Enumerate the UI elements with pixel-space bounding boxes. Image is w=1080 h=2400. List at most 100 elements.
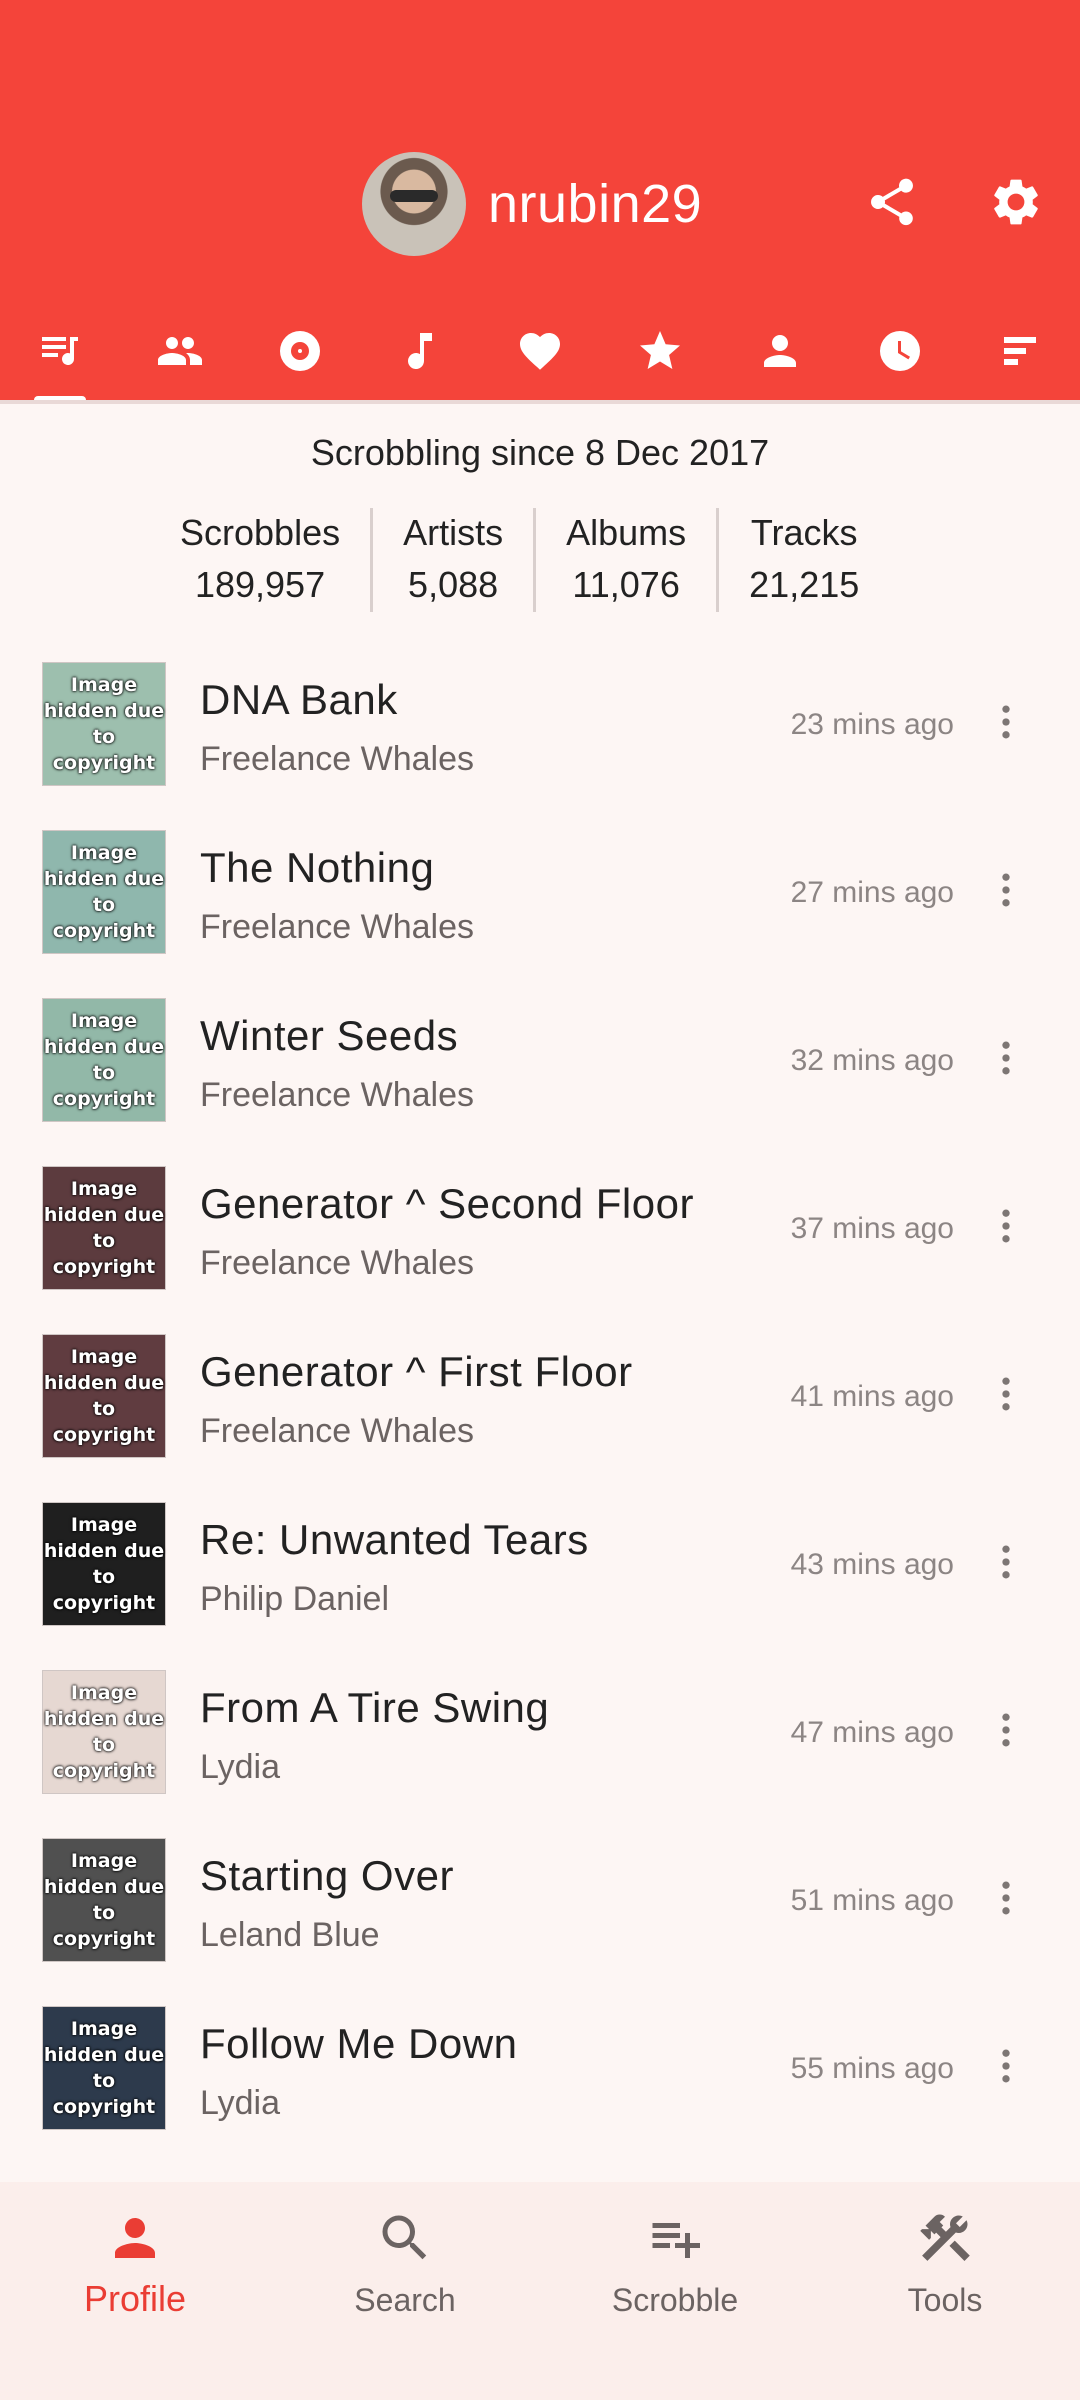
album-art-thumbnail: Image hidden due to copyright	[42, 1670, 166, 1794]
more-vert-icon[interactable]	[984, 1026, 1028, 1090]
scrobble-time: 37 mins ago	[790, 1212, 954, 1245]
stat-value: 11,076	[572, 564, 680, 605]
more-vert-icon[interactable]	[984, 690, 1028, 754]
track-title: Starting Over	[200, 1852, 454, 1899]
profile-tabs	[0, 300, 1080, 404]
nav-scrobble[interactable]: Scrobble	[540, 2182, 810, 2400]
scrobble-time: 51 mins ago	[790, 1884, 954, 1917]
settings-gear-icon[interactable]	[984, 170, 1048, 234]
stat-label: Tracks	[750, 512, 858, 553]
nav-tools[interactable]: Tools	[810, 2182, 1080, 2400]
tab-friends[interactable]	[120, 300, 240, 402]
recent-tracks-list: Image hidden due to copyright DNA Bank Fre…	[0, 640, 1080, 2180]
track-title: DNA Bank	[200, 676, 398, 723]
album-art-thumbnail: Image hidden due to copyright	[42, 1838, 166, 1962]
person-icon	[764, 335, 796, 367]
album-disc-icon	[280, 331, 320, 371]
music-note-icon	[408, 333, 432, 370]
tab-artists[interactable]	[720, 300, 840, 402]
scrobble-time: 47 mins ago	[790, 1716, 954, 1749]
track-artist: Freelance Whales	[200, 1076, 475, 1114]
album-art-caption: Image hidden due to copyright	[43, 674, 165, 774]
nav-profile[interactable]: Profile	[0, 2182, 270, 2400]
more-vert-icon[interactable]	[984, 858, 1028, 922]
stat-tracks: Tracks 21,215	[716, 508, 889, 612]
track-artist: Lydia	[200, 1748, 281, 1786]
album-art-caption: Image hidden due to copyright	[43, 1178, 165, 1278]
stat-artists: Artists 5,088	[370, 508, 533, 612]
track-artist: Freelance Whales	[200, 1244, 475, 1282]
more-vert-icon[interactable]	[984, 1698, 1028, 1762]
album-art-thumbnail: Image hidden due to copyright	[42, 1166, 166, 1290]
stat-scrobbles: Scrobbles 189,957	[150, 508, 370, 612]
track-row[interactable]: Image hidden due to copyright Winter Seed…	[0, 976, 1080, 1144]
tab-recent-tracks[interactable]	[0, 300, 120, 404]
app-header: nrubin29	[0, 0, 1080, 404]
person-icon	[115, 2218, 155, 2258]
track-row[interactable]: Image hidden due to copyright Starting Ov…	[0, 1816, 1080, 1984]
track-row[interactable]: Image hidden due to copyright Generator ^…	[0, 1312, 1080, 1480]
more-vert-icon[interactable]	[984, 1362, 1028, 1426]
tab-loved[interactable]	[480, 300, 600, 402]
album-art-thumbnail: Image hidden due to copyright	[42, 662, 166, 786]
stat-label: Albums	[566, 512, 687, 553]
track-row[interactable]: Image hidden due to copyright Follow Me D…	[0, 1984, 1080, 2152]
scrobble-time: 43 mins ago	[790, 1548, 954, 1581]
album-art-caption: Image hidden due to copyright	[43, 1346, 165, 1446]
tools-icon	[920, 2214, 970, 2261]
track-row[interactable]: Image hidden due to copyright The Nothing…	[0, 808, 1080, 976]
tab-top[interactable]	[600, 300, 720, 402]
stat-albums: Albums 11,076	[533, 508, 716, 612]
track-artist: Freelance Whales	[200, 908, 475, 946]
search-icon	[382, 2215, 427, 2260]
heart-icon	[520, 333, 560, 370]
scrobble-time: 55 mins ago	[790, 2052, 954, 2085]
track-row[interactable]: Image hidden due to copyright DNA Bank Fre…	[0, 640, 1080, 808]
track-title: Re: Unwanted Tears	[200, 1516, 589, 1563]
stats-bar: Scrobbles 189,957 Artists 5,088 Albums 1…	[150, 508, 889, 612]
stat-value: 189,957	[194, 564, 326, 605]
more-vert-icon[interactable]	[984, 2034, 1028, 2098]
scrobble-time: 32 mins ago	[790, 1044, 954, 1077]
star-icon	[640, 331, 680, 369]
track-artist: Freelance Whales	[200, 1412, 475, 1450]
scrobble-time: 23 mins ago	[790, 708, 954, 741]
people-icon	[158, 337, 202, 365]
tab-history[interactable]	[840, 300, 960, 402]
album-art-caption: Image hidden due to copyright	[43, 1514, 165, 1614]
album-art-thumbnail: Image hidden due to copyright	[42, 830, 166, 954]
username: nrubin29	[488, 174, 703, 234]
tab-divider	[0, 400, 1080, 404]
album-art-thumbnail: Image hidden due to copyright	[42, 998, 166, 1122]
track-title: From A Tire Swing	[200, 1684, 550, 1731]
track-title: Generator ^ Second Floor	[200, 1180, 694, 1227]
stat-value: 21,215	[749, 564, 860, 605]
track-title: The Nothing	[200, 844, 435, 891]
track-artist: Lydia	[200, 2084, 281, 2122]
more-vert-icon[interactable]	[984, 1866, 1028, 1930]
avatar	[362, 152, 466, 256]
tab-albums[interactable]	[240, 300, 360, 402]
profile-row[interactable]: nrubin29	[362, 152, 702, 256]
track-row[interactable]: Image hidden due to copyright Re: Unwante…	[0, 1480, 1080, 1648]
nav-label: Scrobble	[611, 2282, 739, 2318]
album-art-thumbnail: Image hidden due to copyright	[42, 1334, 166, 1458]
track-row[interactable]: Image hidden due to copyright Generator ^…	[0, 1144, 1080, 1312]
tab-charts[interactable]	[960, 300, 1080, 402]
more-vert-icon[interactable]	[984, 1194, 1028, 1258]
scrobbling-since: Scrobbling since 8 Dec 2017	[310, 432, 770, 473]
track-row[interactable]: Image hidden due to copyright From A Tire…	[0, 1648, 1080, 1816]
album-art-thumbnail: Image hidden due to copyright	[42, 1502, 166, 1626]
stat-value: 5,088	[408, 564, 499, 605]
album-art-caption: Image hidden due to copyright	[43, 842, 165, 942]
track-artist: Philip Daniel	[200, 1580, 389, 1618]
nav-search[interactable]: Search	[270, 2182, 540, 2400]
track-artist: Leland Blue	[200, 1916, 380, 1954]
more-vert-icon[interactable]	[984, 1530, 1028, 1594]
share-icon[interactable]	[860, 170, 924, 234]
clock-icon	[880, 331, 920, 371]
tab-tracks[interactable]	[360, 300, 480, 402]
track-title: Follow Me Down	[200, 2020, 518, 2067]
queue-music-icon	[42, 337, 78, 365]
playlist-add-icon	[652, 2223, 700, 2258]
